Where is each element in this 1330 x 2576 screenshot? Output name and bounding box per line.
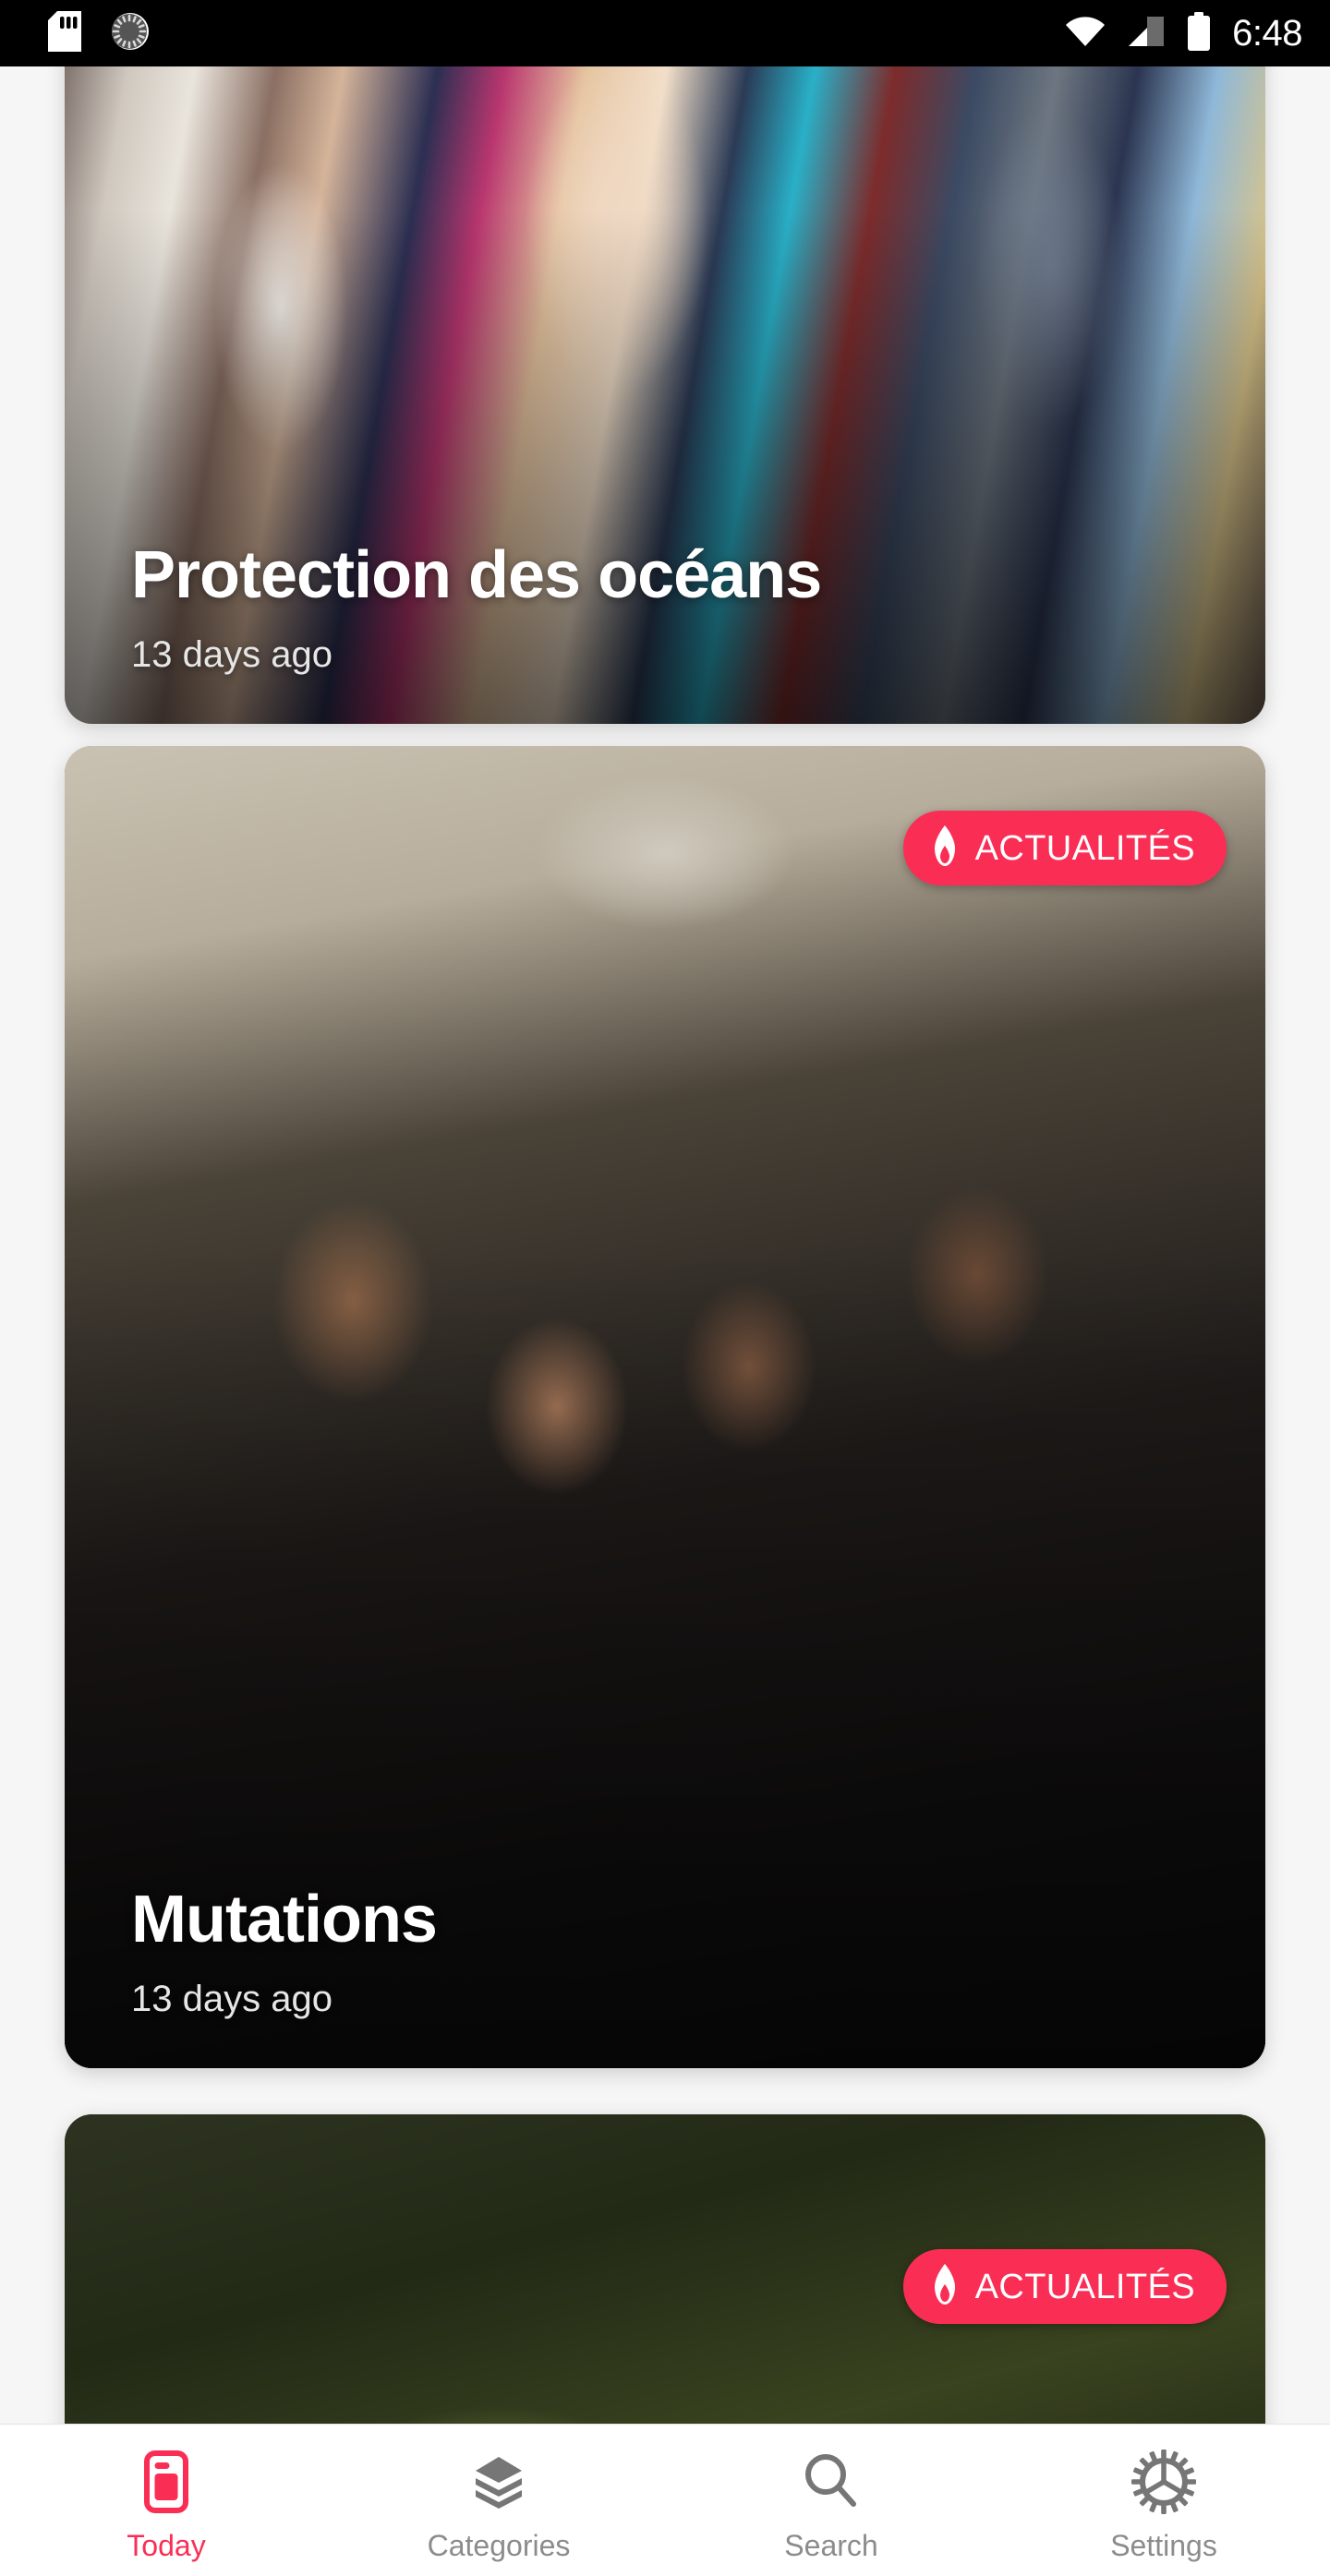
nav-label-search: Search [784, 2529, 878, 2562]
search-icon [797, 2448, 865, 2516]
sd-card-icon [48, 10, 81, 56]
nav-item-settings[interactable]: Settings [998, 2425, 1330, 2576]
article-card-text: Mutations 13 days ago [131, 1884, 1199, 2020]
category-badge[interactable]: ACTUALITÉS [902, 811, 1227, 885]
article-title: Mutations [131, 1882, 438, 1956]
layers-icon [465, 2448, 533, 2516]
nav-label-settings: Settings [1110, 2529, 1217, 2562]
article-card-text: Protection des océans 13 days ago [131, 537, 1199, 676]
status-bar-clock: 6:48 [1232, 13, 1302, 54]
bottom-navigation-bar: Today Categories Search Settings [0, 2424, 1330, 2576]
category-badge-label: ACTUALITÉS [974, 828, 1195, 868]
article-date: 13 days ago [131, 634, 332, 675]
article-feed-scroll[interactable]: Protection des océans 13 days ago ACTUAL… [0, 66, 1330, 2424]
nav-label-categories: Categories [427, 2529, 571, 2562]
app-screen: 6:48 Protection des océans 13 days ago A… [0, 0, 1330, 2576]
category-badge-label: ACTUALITÉS [974, 2267, 1195, 2306]
nav-item-categories[interactable]: Categories [332, 2425, 665, 2576]
wifi-icon [1064, 15, 1106, 53]
article-card[interactable]: Protection des océans 13 days ago [65, 66, 1265, 724]
today-article-icon [132, 2448, 200, 2516]
cellular-signal-icon [1127, 15, 1166, 53]
flame-icon [929, 825, 961, 871]
sync-spinner-icon [111, 10, 153, 57]
article-date: 13 days ago [131, 1979, 332, 2019]
battery-icon [1186, 11, 1212, 55]
article-title: Protection des océans [131, 537, 822, 612]
flame-icon [929, 2264, 961, 2309]
nav-item-search[interactable]: Search [665, 2425, 998, 2576]
category-badge[interactable]: ACTUALITÉS [902, 2249, 1227, 2324]
status-bar-right-icons: 6:48 [1064, 0, 1302, 66]
status-bar-left-icons [48, 0, 153, 66]
status-bar: 6:48 [0, 0, 1330, 66]
article-card[interactable]: ACTUALITÉS Mutations 13 days ago [65, 746, 1265, 2068]
nav-label-today: Today [127, 2529, 206, 2562]
gear-icon [1130, 2448, 1198, 2516]
nav-item-today[interactable]: Today [0, 2425, 332, 2576]
article-card[interactable]: ACTUALITÉS [65, 2114, 1265, 2424]
